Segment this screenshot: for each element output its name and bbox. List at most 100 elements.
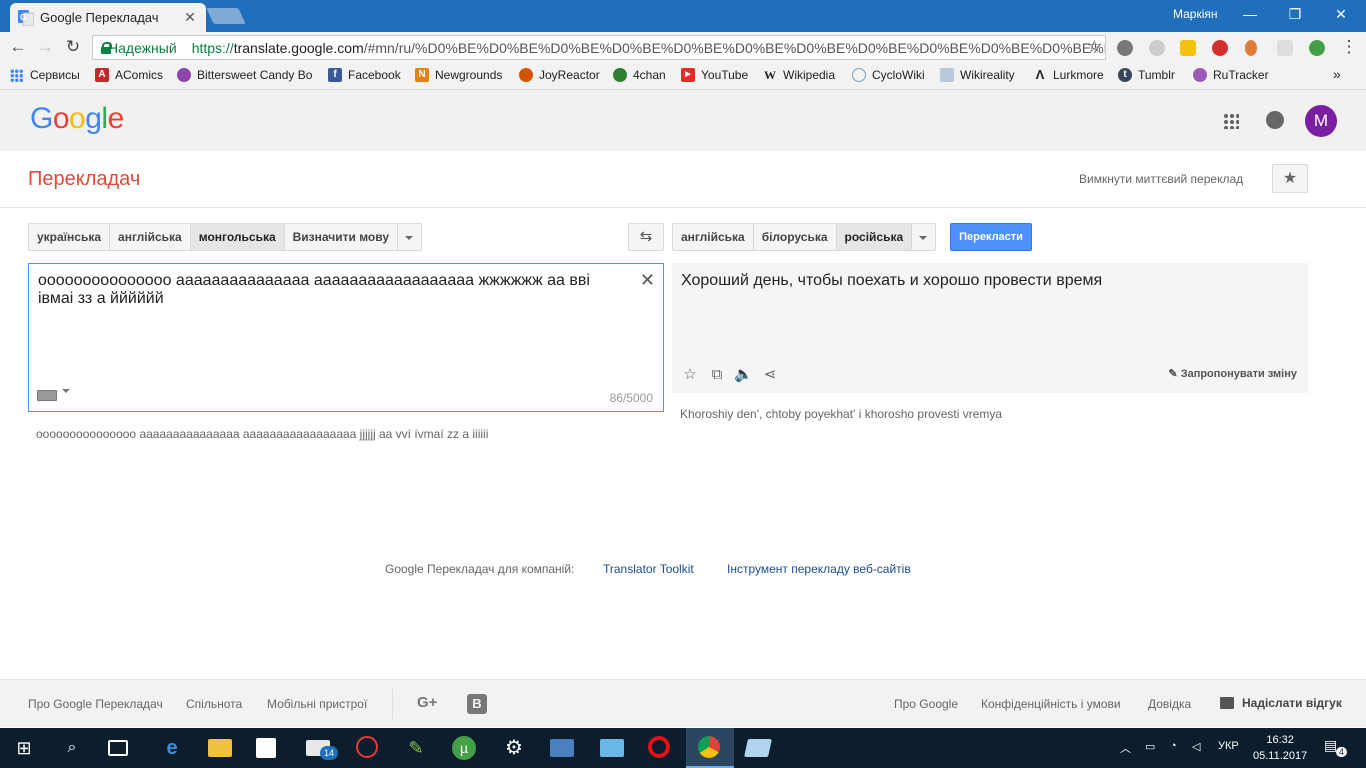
input-language[interactable]: УКР (1218, 740, 1239, 752)
chrome-menu-icon[interactable]: ⋮ (1338, 36, 1360, 58)
source-lang-dropdown[interactable] (398, 223, 423, 251)
page-title[interactable]: Перекладач (28, 168, 140, 191)
google-apps-grid-icon[interactable] (1223, 113, 1239, 129)
search-icon[interactable]: ⌕ (60, 736, 84, 760)
footer-mobile[interactable]: Мобільні пристрої (267, 697, 367, 711)
bookmark-newgrounds[interactable]: N Newgrounds (415, 68, 502, 82)
google-logo[interactable]: Google (30, 102, 124, 136)
clear-source-icon[interactable]: ✕ (640, 270, 655, 291)
opera-icon[interactable] (648, 736, 670, 758)
paint-icon[interactable]: ✎ (404, 736, 428, 760)
copy-icon[interactable]: ⧉ (708, 366, 726, 384)
volume-icon[interactable]: ◁ (1192, 740, 1200, 753)
translate-button[interactable]: Перекласти (950, 223, 1032, 251)
bookmark-youtube[interactable]: ▶ YouTube (681, 68, 748, 82)
extension-orange-icon[interactable] (1245, 40, 1257, 56)
source-lang-ukrainian[interactable]: українська (28, 223, 111, 251)
suggest-edit-link[interactable]: ✎ Запропонувати зміну (1168, 367, 1297, 380)
maximize-button[interactable]: ❐ (1280, 3, 1310, 27)
extension-yellow-icon[interactable] (1180, 40, 1196, 56)
adblock-icon[interactable] (1212, 40, 1228, 56)
new-tab-button[interactable] (206, 8, 246, 24)
address-bar[interactable]: Надежный https:// translate.google.com /… (92, 35, 1106, 60)
source-lang-mongolian[interactable]: монгольська (190, 223, 285, 251)
bookmark-joyreactor[interactable]: JoyReactor (519, 68, 600, 82)
account-avatar[interactable]: M (1305, 105, 1337, 137)
browser-tab-translate[interactable]: G Google Перекладач ✕ (10, 3, 206, 32)
footer-about-translate[interactable]: Про Google Перекладач (28, 697, 163, 711)
suggest-edit-label: Запропонувати зміну (1180, 368, 1297, 380)
tray-chevron-icon[interactable]: ︿ (1120, 740, 1131, 756)
target-lang-english[interactable]: англійська (672, 223, 754, 251)
source-lang-english[interactable]: англійська (110, 223, 191, 251)
extension-green-icon[interactable] (1309, 40, 1325, 56)
bookmark-facebook[interactable]: f Facebook (328, 68, 401, 82)
target-lang-dropdown[interactable] (912, 223, 937, 251)
target-lang-russian[interactable]: російська (836, 223, 913, 251)
bookmark-4chan[interactable]: 4chan (613, 68, 666, 82)
share-icon[interactable]: ⋖ (761, 366, 779, 384)
source-textarea[interactable]: ооооооооооооооо ааааааааааааааа аааааааа… (28, 263, 664, 412)
notifications-bell-icon[interactable] (1266, 111, 1284, 129)
translator-toolkit-link[interactable]: Translator Toolkit (603, 562, 694, 576)
bookmark-wikireality[interactable]: Wikireality (940, 68, 1015, 82)
send-feedback-button[interactable]: Надіслати відгук (1220, 696, 1342, 710)
bookmark-wikipedia[interactable]: W Wikipedia (763, 68, 835, 82)
app-red-circle-icon[interactable] (356, 736, 378, 758)
notepad-icon[interactable] (744, 739, 772, 757)
wifi-icon[interactable]: ◔ (1170, 740, 1177, 752)
app-window-icon[interactable] (550, 739, 574, 757)
chrome-icon[interactable] (698, 736, 720, 758)
footer-community[interactable]: Спільнота (186, 697, 242, 711)
close-window-button[interactable]: ✕ (1326, 3, 1356, 27)
utorrent-icon[interactable]: µ (452, 736, 476, 760)
result-text[interactable]: Хороший день, чтобы поехать и хорошо про… (681, 272, 1102, 290)
bookmark-rutracker[interactable]: RuTracker (1193, 68, 1269, 82)
edge-browser-icon[interactable]: e (160, 736, 184, 760)
footer-about-google[interactable]: Про Google (894, 697, 958, 711)
website-translator-link[interactable]: Інструмент перекладу веб-сайтів (727, 562, 911, 576)
source-text[interactable]: ооооооооооооооо ааааааааааааааа аааааааа… (38, 272, 628, 308)
windows-start-icon[interactable]: ⊞ (12, 736, 36, 760)
extension-grey-icon[interactable] (1149, 40, 1165, 56)
extension-play-icon[interactable] (1277, 40, 1293, 56)
battery-icon[interactable]: ▭ (1145, 740, 1155, 753)
listen-speaker-icon[interactable]: 🔈 (734, 366, 753, 384)
bookmark-lurkmore[interactable]: Λ Lurkmore (1033, 68, 1104, 83)
settings-gear-icon[interactable]: ⚙ (502, 736, 526, 760)
swap-languages-button[interactable]: ⇆ (628, 223, 664, 251)
minimize-button[interactable]: — (1235, 3, 1265, 27)
profile-name[interactable]: Маркіян (1173, 7, 1218, 21)
footer-divider (392, 689, 393, 719)
target-lang-belarusian[interactable]: білоруська (753, 223, 837, 251)
bookmark-bittersweet[interactable]: Bittersweet Candy Bo (177, 68, 315, 82)
bookmark-star-icon[interactable]: ☆ (1087, 37, 1102, 57)
extension-eye-icon[interactable] (1117, 40, 1133, 56)
footer-help[interactable]: Довідка (1148, 697, 1191, 711)
target-language-bar: англійська білоруська російська (672, 223, 937, 251)
google-plus-icon[interactable]: G+ (417, 694, 437, 711)
bookmark-acomics[interactable]: A AComics (95, 68, 163, 82)
forward-arrow-icon[interactable]: → (34, 36, 56, 58)
keyboard-icon[interactable] (37, 390, 57, 401)
back-arrow-icon[interactable]: ← (7, 36, 29, 58)
instant-translation-toggle[interactable]: Вимкнути миттєвий переклад (1079, 172, 1243, 186)
blogger-icon[interactable]: B (467, 694, 487, 714)
tab-close-icon[interactable]: ✕ (182, 9, 198, 26)
save-star-icon[interactable]: ☆ (681, 366, 699, 384)
bookmark-tumblr[interactable]: t Tumblr (1118, 68, 1175, 82)
more-bookmarks-chevron-icon[interactable]: » (1333, 66, 1341, 82)
phrasebook-star-button[interactable]: ★ (1272, 164, 1308, 193)
bookmark-services[interactable]: Сервисы (10, 68, 80, 82)
file-explorer-icon[interactable] (208, 739, 232, 757)
system-clock[interactable]: 16:32 05.11.2017 (1253, 732, 1307, 764)
store-icon[interactable] (256, 738, 276, 758)
control-panel-icon[interactable] (600, 739, 624, 757)
task-view-icon[interactable] (108, 740, 128, 756)
footer-privacy[interactable]: Конфіденційність і умови (981, 697, 1121, 711)
keyboard-dropdown-icon[interactable] (62, 389, 70, 397)
feedback-label: Надіслати відгук (1242, 696, 1342, 710)
reload-icon[interactable]: ↻ (62, 36, 84, 58)
bookmark-cyclowiki[interactable]: CycloWiki (852, 68, 925, 82)
source-lang-detect[interactable]: Визначити мову (284, 223, 399, 251)
